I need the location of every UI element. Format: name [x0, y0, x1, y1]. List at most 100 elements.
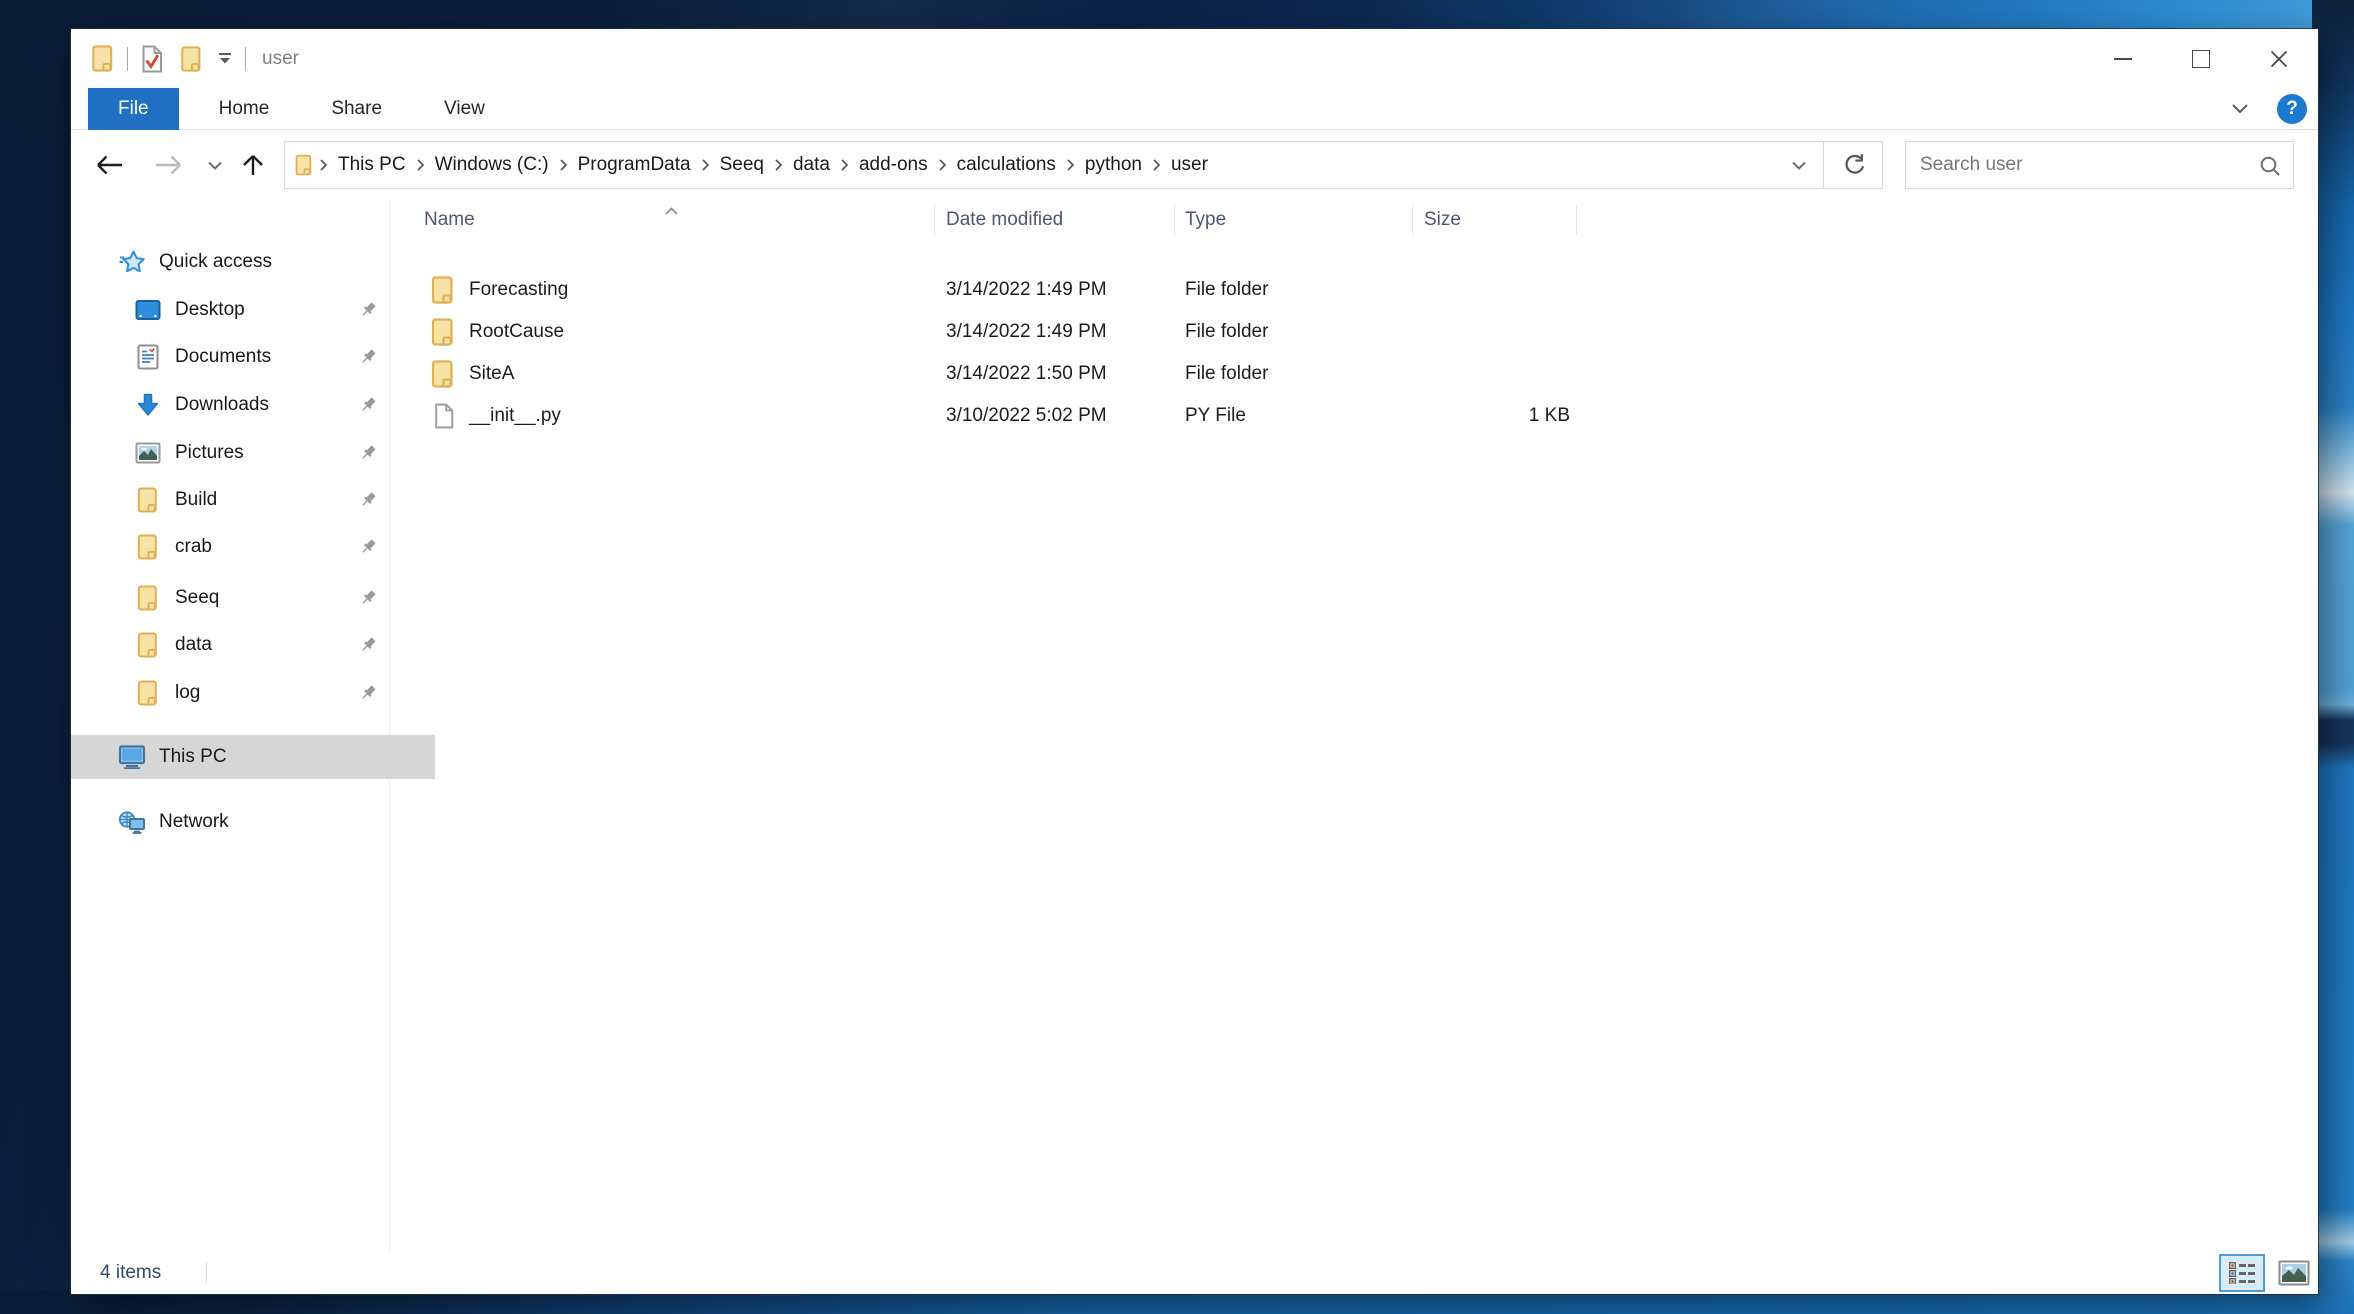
folder-icon	[431, 276, 455, 309]
breadcrumb-chevron-icon[interactable]	[555, 158, 572, 172]
pin-icon[interactable]	[359, 396, 377, 419]
up-arrow-icon	[243, 155, 263, 175]
breadcrumb-item-windows-c[interactable]: Windows (C:)	[429, 154, 555, 176]
expand-ribbon-chevron-icon[interactable]	[2231, 102, 2249, 120]
sidebar-item-network[interactable]: Network	[71, 800, 435, 844]
title-bar[interactable]: user	[71, 29, 2318, 88]
column-header-date-modified[interactable]: Date modified	[946, 200, 1063, 240]
breadcrumb-chevron-icon[interactable]	[770, 158, 787, 172]
pin-icon[interactable]	[359, 348, 377, 371]
breadcrumb-chevron-icon[interactable]	[836, 158, 853, 172]
toolbar-separator	[245, 46, 246, 71]
file-size	[1424, 311, 1570, 353]
folder-icon	[133, 534, 163, 560]
column-separator[interactable]	[934, 205, 935, 235]
pin-icon[interactable]	[359, 538, 377, 561]
tab-file[interactable]: File	[88, 88, 179, 130]
breadcrumb-chevron-icon[interactable]	[934, 158, 951, 172]
thumbnail-view-icon	[2278, 1260, 2310, 1286]
file-row-init-py[interactable]: __init__.py 3/10/2022 5:02 PM PY File 1 …	[401, 395, 2281, 437]
thumbnail-view-button[interactable]	[2271, 1254, 2317, 1292]
sidebar-item-log[interactable]: log	[71, 671, 451, 715]
breadcrumb-chevron-icon[interactable]	[1148, 158, 1165, 172]
sidebar-item-label: log	[175, 682, 201, 703]
sidebar-item-build[interactable]: Build	[71, 478, 451, 522]
breadcrumb-item-programdata[interactable]: ProgramData	[572, 154, 697, 176]
tab-home[interactable]: Home	[197, 88, 292, 130]
navigation-pane: Quick access Desktop Documents Downloads…	[71, 200, 435, 1252]
tab-view[interactable]: View	[422, 88, 507, 130]
file-row-rootcause[interactable]: RootCause 3/14/2022 1:49 PM File folder	[401, 311, 2281, 353]
pin-icon[interactable]	[359, 444, 377, 467]
back-button[interactable]	[93, 130, 125, 200]
sidebar-item-quick-access[interactable]: Quick access	[71, 240, 435, 284]
pin-icon[interactable]	[359, 491, 377, 514]
breadcrumb-item-calculations[interactable]: calculations	[951, 154, 1062, 176]
sidebar-item-label: Documents	[175, 346, 272, 367]
properties-check-icon[interactable]	[140, 45, 164, 73]
column-header-type[interactable]: Type	[1185, 200, 1226, 240]
column-header-name[interactable]: Name	[424, 200, 475, 240]
qat-dropdown-icon[interactable]	[217, 52, 233, 65]
quick-access-toolbar: user	[91, 29, 299, 88]
refresh-button[interactable]	[1823, 142, 1882, 188]
window-controls	[2084, 29, 2318, 88]
breadcrumb-chevron-icon[interactable]	[315, 158, 332, 172]
sidebar-item-data[interactable]: data	[71, 623, 451, 667]
help-button[interactable]: ?	[2277, 94, 2307, 124]
address-dropdown-button[interactable]	[1791, 160, 1807, 171]
sidebar-item-crab[interactable]: crab	[71, 525, 451, 569]
column-separator[interactable]	[1576, 205, 1577, 235]
breadcrumb-item-this-pc[interactable]: This PC	[332, 154, 412, 176]
forward-button[interactable]	[153, 130, 185, 200]
recent-locations-button[interactable]	[207, 130, 223, 200]
breadcrumb-item-data[interactable]: data	[787, 154, 836, 176]
pin-icon[interactable]	[359, 301, 377, 324]
file-date-modified: 3/14/2022 1:49 PM	[946, 279, 1107, 300]
new-folder-icon[interactable]	[180, 45, 203, 72]
column-header-size[interactable]: Size	[1424, 200, 1461, 240]
search-icon[interactable]	[2259, 155, 2281, 182]
address-bar[interactable]: This PC Windows (C:) ProgramData Seeq da…	[284, 141, 1883, 189]
sort-ascending-caret-icon	[665, 202, 678, 220]
maximize-icon	[2192, 49, 2210, 68]
file-date-modified: 3/10/2022 5:02 PM	[946, 405, 1107, 426]
sidebar-item-seeq[interactable]: Seeq	[71, 576, 451, 620]
column-separator[interactable]	[1174, 205, 1175, 235]
breadcrumb-chevron-icon[interactable]	[412, 158, 429, 172]
pin-icon[interactable]	[359, 684, 377, 707]
computer-icon	[117, 745, 147, 769]
desktop-screen: user File Home Share View ? This PC Wind…	[0, 0, 2354, 1314]
details-view-button[interactable]	[2219, 1254, 2265, 1292]
sidebar-item-downloads[interactable]: Downloads	[71, 383, 451, 427]
sidebar-item-label: Desktop	[175, 299, 245, 320]
file-row-forecasting[interactable]: Forecasting 3/14/2022 1:49 PM File folde…	[401, 269, 2281, 311]
search-input[interactable]	[1906, 142, 2293, 188]
file-type: PY File	[1185, 405, 1246, 426]
window-title: user	[262, 47, 299, 69]
breadcrumb-item-add-ons[interactable]: add-ons	[853, 154, 934, 176]
sidebar-item-documents[interactable]: Documents	[71, 335, 451, 379]
breadcrumb-item-user[interactable]: user	[1165, 154, 1214, 176]
breadcrumb-chevron-icon[interactable]	[697, 158, 714, 172]
pin-icon[interactable]	[359, 589, 377, 612]
file-row-sitea[interactable]: SiteA 3/14/2022 1:50 PM File folder	[401, 353, 2281, 395]
close-button[interactable]	[2240, 29, 2318, 88]
column-separator[interactable]	[1412, 205, 1413, 235]
sidebar-item-label: data	[175, 634, 212, 655]
help-question-icon: ?	[2286, 98, 2298, 119]
breadcrumb-chevron-icon[interactable]	[1062, 158, 1079, 172]
pin-icon[interactable]	[359, 636, 377, 659]
toolbar-separator	[127, 46, 128, 71]
breadcrumb-item-python[interactable]: python	[1079, 154, 1148, 176]
sidebar-item-desktop[interactable]: Desktop	[71, 288, 451, 332]
maximize-button[interactable]	[2162, 29, 2240, 88]
address-folder-icon	[295, 154, 313, 176]
sidebar-item-pictures[interactable]: Pictures	[71, 431, 451, 475]
sidebar-item-this-pc[interactable]: This PC	[71, 735, 435, 779]
minimize-button[interactable]	[2084, 29, 2162, 88]
up-button[interactable]	[239, 130, 267, 200]
breadcrumb-item-seeq[interactable]: Seeq	[714, 154, 770, 176]
tab-share[interactable]: Share	[309, 88, 404, 130]
close-icon	[2270, 50, 2288, 67]
